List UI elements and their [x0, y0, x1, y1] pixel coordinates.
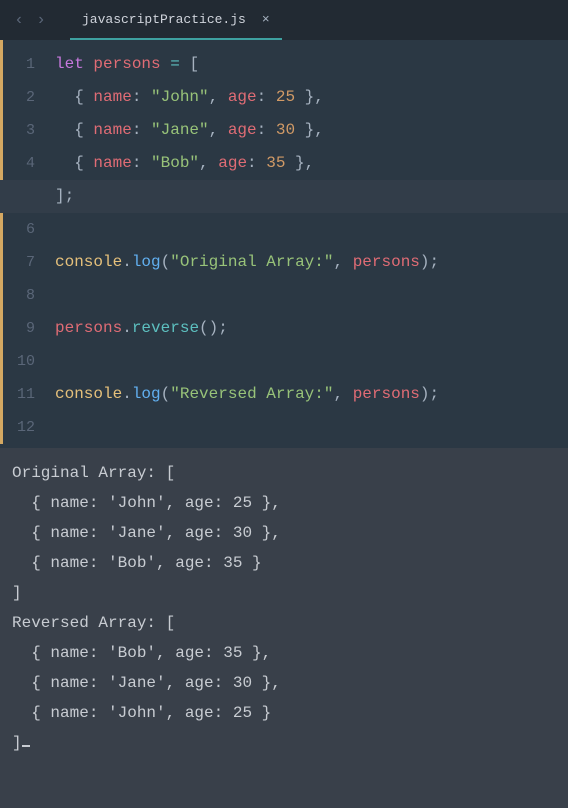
output-line: { name: 'John', age: 25 },: [12, 488, 556, 518]
code-line: [55, 213, 568, 246]
output-line: { name: 'Bob', age: 35 },: [12, 638, 556, 668]
output-line: { name: 'Jane', age: 30 },: [12, 668, 556, 698]
nav-back-icon[interactable]: ‹: [10, 11, 28, 29]
cursor-icon: [22, 745, 30, 747]
code-line: [55, 279, 568, 312]
code-line: let persons = [: [55, 48, 568, 81]
code-line-current: ];: [0, 180, 568, 213]
line-number: 6: [3, 213, 49, 246]
output-line: { name: 'John', age: 25 }: [12, 698, 556, 728]
code-line: { name: "John", age: 25 },: [55, 81, 568, 114]
gutter: 1 2 3 4 5 6 7 8 9 10 11 12: [3, 40, 49, 444]
code-line: console.log("Reversed Array:", persons);: [55, 378, 568, 411]
code-area[interactable]: let persons = [ { name: "John", age: 25 …: [49, 40, 568, 444]
output-line: { name: 'Jane', age: 30 },: [12, 518, 556, 548]
line-number: 12: [3, 411, 49, 444]
line-number: 11: [3, 378, 49, 411]
line-number: 1: [3, 48, 49, 81]
output-line: ]: [12, 728, 556, 758]
editor[interactable]: 1 2 3 4 5 6 7 8 9 10 11 12 let persons =…: [0, 40, 568, 444]
code-line: persons.reverse();: [55, 312, 568, 345]
code-line: { name: "Bob", age: 35 },: [55, 147, 568, 180]
output-panel[interactable]: Original Array: [ { name: 'John', age: 2…: [0, 448, 568, 808]
code-line: { name: "Jane", age: 30 },: [55, 114, 568, 147]
tab-bar: ‹ › javascriptPractice.js ×: [0, 0, 568, 40]
line-number: 9: [3, 312, 49, 345]
nav-forward-icon[interactable]: ›: [32, 11, 50, 29]
output-line: Reversed Array: [: [12, 608, 556, 638]
nav-arrows: ‹ ›: [6, 11, 54, 29]
line-number: 2: [3, 81, 49, 114]
line-number: 7: [3, 246, 49, 279]
code-line: [55, 411, 568, 444]
code-line: [55, 345, 568, 378]
code-line: console.log("Original Array:", persons);: [55, 246, 568, 279]
tab-filename: javascriptPractice.js: [82, 12, 246, 27]
tab-active[interactable]: javascriptPractice.js ×: [70, 0, 282, 40]
line-number: 8: [3, 279, 49, 312]
output-line: ]: [12, 578, 556, 608]
tab-close-icon[interactable]: ×: [262, 12, 270, 27]
line-number: 10: [3, 345, 49, 378]
output-line: Original Array: [: [12, 458, 556, 488]
line-number: 3: [3, 114, 49, 147]
output-line: { name: 'Bob', age: 35 }: [12, 548, 556, 578]
line-number: 4: [3, 147, 49, 180]
